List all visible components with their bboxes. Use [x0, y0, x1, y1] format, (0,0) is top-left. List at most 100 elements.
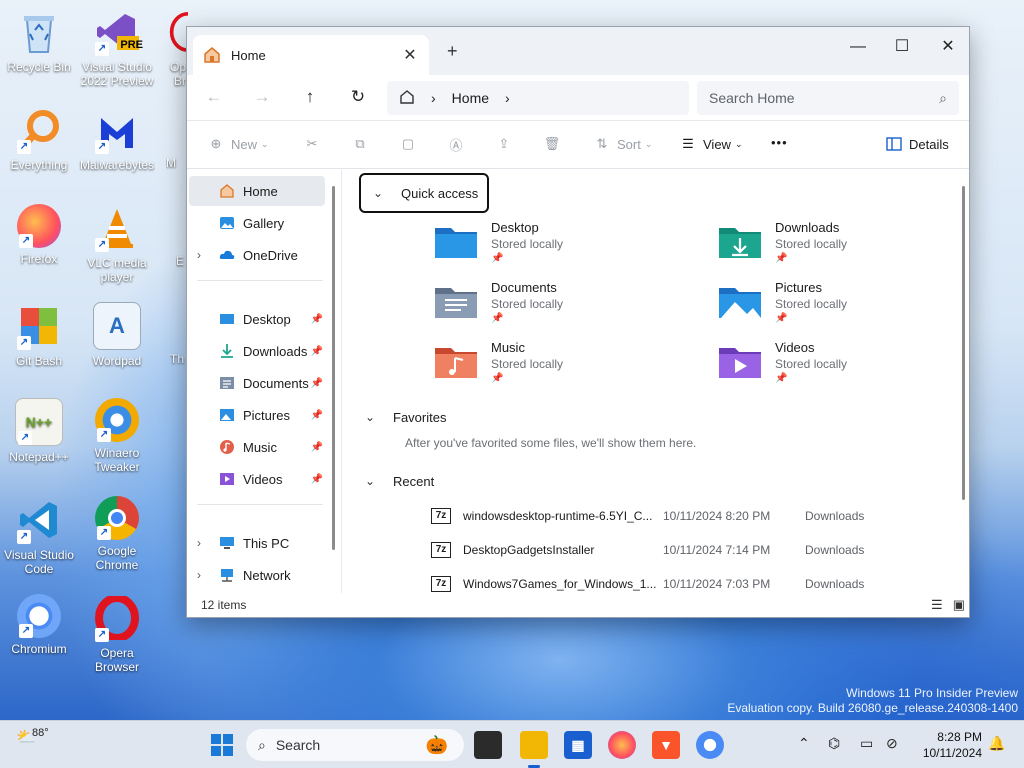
desktop-icon-chromium[interactable]: ↗ Chromium [0, 594, 78, 656]
breadcrumb[interactable]: › Home › [387, 81, 689, 115]
up-arrow-icon[interactable]: ↑ [299, 87, 321, 107]
home-icon [220, 184, 234, 198]
forward-arrow-icon[interactable]: → [251, 87, 273, 107]
desktop-folder-icon [220, 314, 234, 324]
videos-icon [220, 473, 234, 485]
nav-item-music[interactable]: Music 📌 [189, 432, 325, 462]
desktop-icon-wordpad[interactable]: A Wordpad [78, 302, 156, 368]
notification-bell-icon[interactable]: 🔔 [988, 735, 1005, 752]
recent-row[interactable]: 7z windowsdesktop-runtime-6.5YI_C... 10/… [431, 504, 891, 528]
pin-icon[interactable]: 📌 [311, 474, 323, 485]
weather-widget[interactable]: ⛅ 88° [16, 727, 49, 747]
recent-row[interactable]: 7z DesktopGadgetsInstaller 10/11/2024 7:… [431, 538, 891, 562]
desktop-icon-malwarebytes[interactable]: ↗ Malwarebytes [78, 106, 156, 172]
quick-access-music[interactable]: Music Stored locally 📌 [433, 340, 693, 394]
clock[interactable]: 8:28 PM 10/11/2024 [923, 729, 982, 761]
microsoft-store-icon[interactable]: ▦ [564, 731, 592, 759]
copy-icon: ⧉ [355, 136, 365, 151]
pin-icon[interactable]: 📌 [311, 314, 323, 325]
delete-button[interactable]: 🗑 [543, 135, 567, 153]
tab-close-icon[interactable]: ✕ [401, 45, 419, 65]
taskbar-search[interactable]: ⌕ Search 🎃 [246, 729, 464, 761]
content-scrollbar[interactable] [962, 186, 965, 500]
desktop-icon-notepadpp[interactable]: N++ ↗ Notepad++ [0, 398, 78, 464]
nav-item-onedrive[interactable]: › OneDrive [189, 240, 325, 270]
quick-access-documents[interactable]: Documents Stored locally 📌 [433, 280, 693, 334]
brave-icon[interactable]: ▼ [652, 731, 680, 759]
watermark-line-2: Evaluation copy. Build 26080.ge_release.… [727, 701, 1018, 715]
start-button[interactable] [208, 731, 236, 759]
firefox-taskbar-icon[interactable] [608, 731, 636, 759]
nav-item-home[interactable]: Home [189, 176, 325, 206]
display-icon[interactable]: ▭ [860, 735, 873, 752]
sort-button[interactable]: ⇅ Sort ⌄ [593, 135, 653, 153]
pane-divider[interactable] [341, 170, 342, 593]
section-quick-access[interactable]: ⌄ Quick access [359, 173, 489, 213]
pin-icon[interactable]: 📌 [311, 410, 323, 421]
wordpad-icon: A [93, 302, 141, 350]
section-favorites[interactable]: ⌄ Favorites [359, 397, 447, 437]
view-button[interactable]: ☰ View ⌄ [679, 135, 742, 153]
tab-home[interactable]: Home ✕ [193, 35, 429, 75]
desktop-icon-opera[interactable]: ↗ Opera Browser [78, 594, 156, 674]
pin-icon[interactable]: 📌 [311, 442, 323, 453]
network-status-icon[interactable]: ⌬ [828, 735, 840, 752]
desktop-icon-recycle-bin[interactable]: Recycle Bin [0, 8, 78, 74]
breadcrumb-home[interactable]: Home [452, 90, 489, 106]
tiles-view-icon[interactable]: ▣ [953, 597, 965, 613]
nav-item-gallery[interactable]: Gallery [189, 208, 325, 238]
chromium-taskbar-icon[interactable] [696, 731, 724, 759]
nav-item-videos[interactable]: Videos 📌 [189, 464, 325, 494]
desktop-icon-winaero[interactable]: ↗ Winaero Tweaker [78, 398, 156, 474]
task-view-icon[interactable] [474, 731, 502, 759]
section-recent[interactable]: ⌄ Recent [359, 461, 434, 501]
file-explorer-taskbar-icon[interactable] [520, 731, 548, 759]
nav-item-network[interactable]: › Network [189, 560, 325, 590]
chevron-right-icon[interactable]: › [197, 536, 201, 550]
quick-access-downloads[interactable]: Downloads Stored locally 📌 [717, 220, 977, 274]
paste-button[interactable]: ▢ [399, 135, 423, 153]
chevron-right-icon[interactable]: › [197, 568, 201, 582]
view-icon: ☰ [682, 136, 694, 151]
nav-scrollbar[interactable] [332, 186, 335, 550]
details-view-icon[interactable]: ☰ [931, 597, 943, 613]
quick-access-desktop[interactable]: Desktop Stored locally 📌 [433, 220, 693, 274]
desktop-icon-everything[interactable]: ↗ Everything [0, 106, 78, 172]
chevron-right-icon[interactable]: › [505, 90, 510, 106]
nav-item-desktop[interactable]: Desktop 📌 [189, 304, 325, 334]
more-options-button[interactable]: ••• [771, 135, 788, 150]
pin-icon[interactable]: 📌 [311, 378, 323, 389]
refresh-icon[interactable]: ↻ [347, 87, 369, 107]
desktop-icon-git-bash[interactable]: ↗ Git Bash [0, 302, 78, 368]
chevron-right-icon[interactable]: › [197, 248, 201, 262]
cut-button[interactable]: ✂ [303, 135, 327, 153]
pin-icon[interactable]: 📌 [311, 346, 323, 357]
back-arrow-icon[interactable]: ← [203, 87, 225, 107]
nav-item-downloads[interactable]: Downloads 📌 [189, 336, 325, 366]
desktop-icon-vscode[interactable]: ↗ Visual Studio Code [0, 496, 78, 576]
minimize-button[interactable]: — [835, 33, 881, 63]
desktop-icon-partial-opera[interactable]: Op Br [158, 8, 188, 88]
chevron-up-icon[interactable]: ⌃ [798, 735, 810, 752]
quick-access-videos[interactable]: Videos Stored locally 📌 [717, 340, 977, 394]
close-button[interactable]: ✕ [925, 33, 971, 63]
desktop-icon-visual-studio[interactable]: PRE ↗ Visual Studio 2022 Preview [78, 8, 156, 88]
home-breadcrumb-icon[interactable] [399, 89, 415, 108]
quick-access-pictures[interactable]: Pictures Stored locally 📌 [717, 280, 977, 334]
nav-item-pictures[interactable]: Pictures 📌 [189, 400, 325, 430]
desktop-icon-vlc[interactable]: ↗ VLC media player [78, 204, 156, 284]
nav-item-documents[interactable]: Documents 📌 [189, 368, 325, 398]
nav-item-this-pc[interactable]: › This PC [189, 528, 325, 558]
desktop-icon-chrome[interactable]: ↗ Google Chrome [78, 496, 156, 572]
maximize-button[interactable]: ☐ [879, 33, 925, 63]
details-button[interactable]: Details [885, 135, 949, 153]
search-input[interactable]: Search Home ⌕ [697, 81, 959, 115]
git-bash-icon: ↗ [15, 302, 63, 350]
new-tab-button[interactable]: + [447, 41, 458, 62]
share-button[interactable]: ⇪ [495, 135, 519, 153]
new-button[interactable]: ⊕ New ⌄ [207, 135, 269, 153]
desktop-icon-firefox[interactable]: ↗ Firefox [0, 204, 78, 266]
copy-button[interactable]: ⧉ [351, 135, 375, 153]
volume-muted-icon[interactable]: ⊘ [886, 735, 898, 752]
rename-button[interactable]: Ⓐ [447, 135, 471, 153]
